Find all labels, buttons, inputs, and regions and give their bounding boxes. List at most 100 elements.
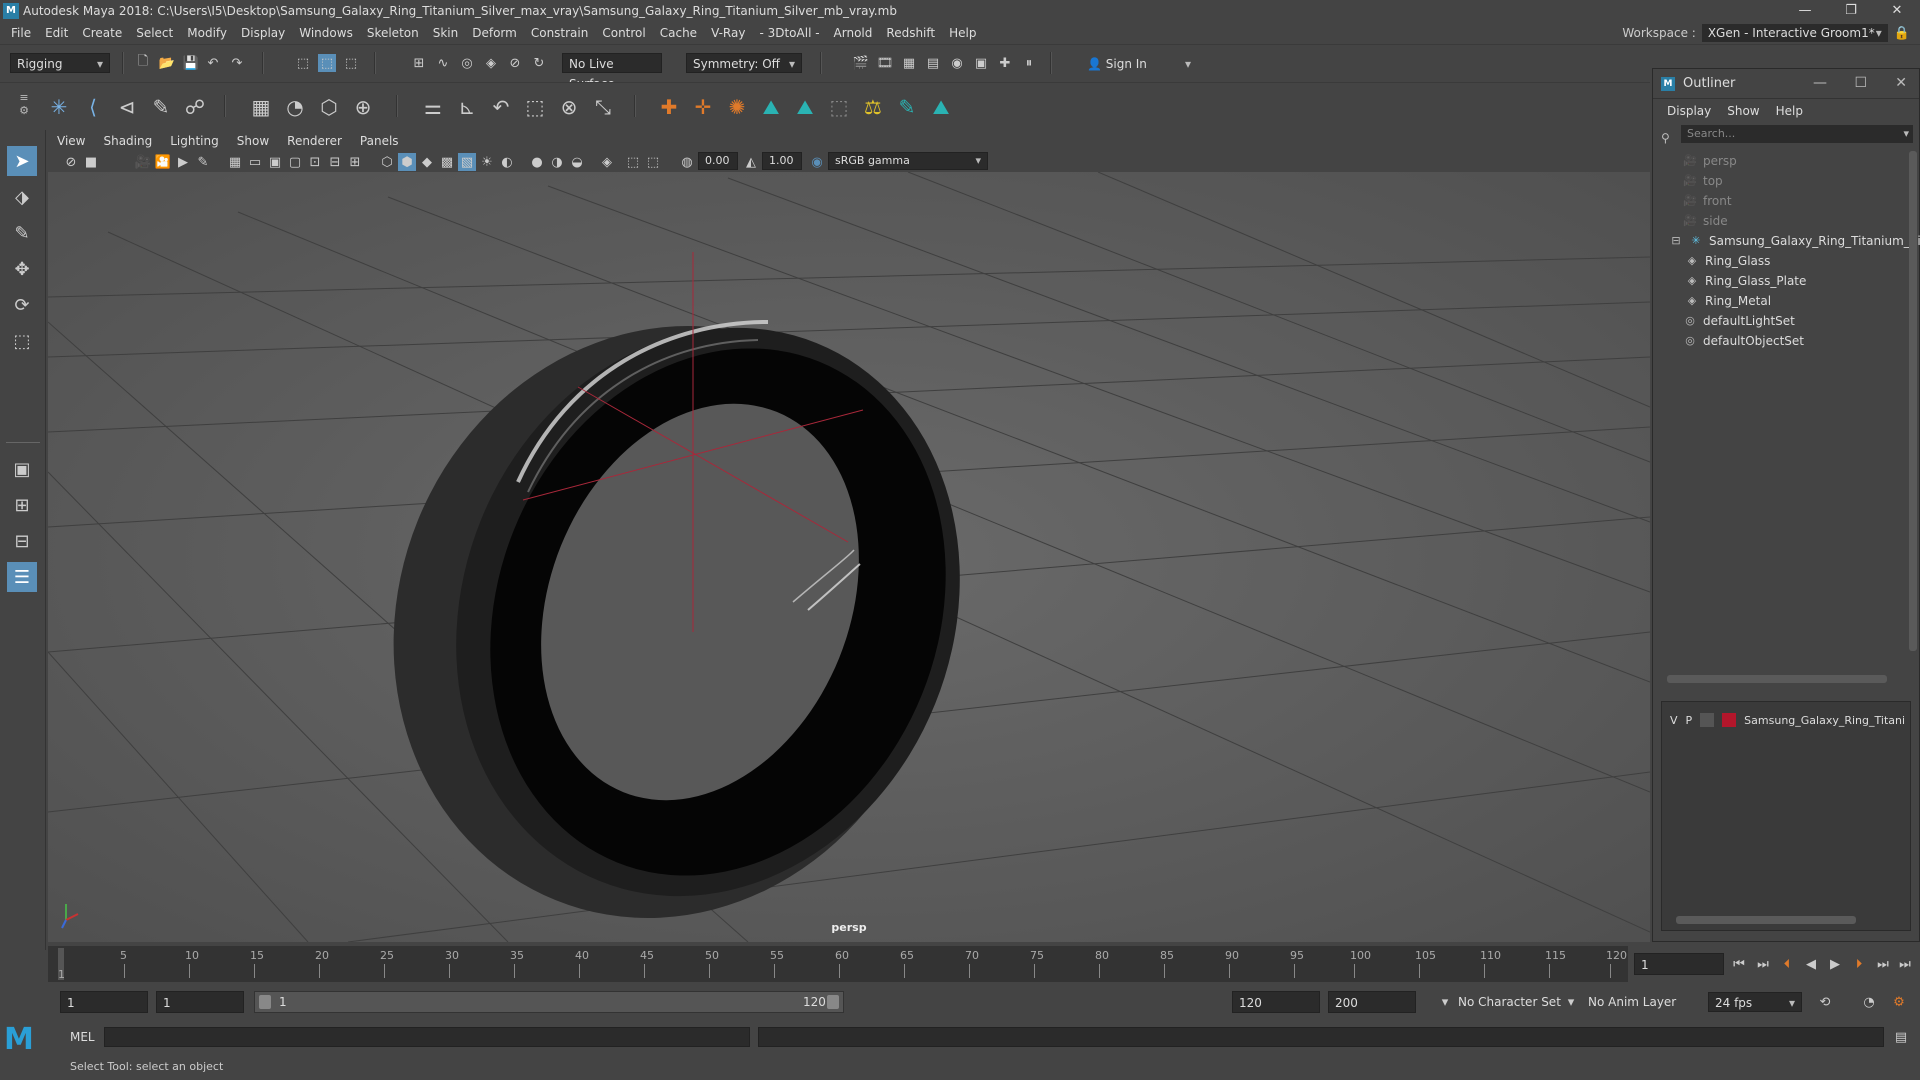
character-set-label[interactable]: No Character Set — [1458, 995, 1561, 1009]
gate-mask-icon[interactable]: ▢ — [286, 153, 304, 171]
bind-pose-icon[interactable]: ⚖ — [858, 92, 888, 122]
safe-title-icon[interactable]: ⊞ — [346, 153, 364, 171]
go-to-start-icon[interactable]: ⏮ — [1730, 955, 1748, 973]
ik-handle-icon[interactable]: ⟨ — [78, 92, 108, 122]
paint-weights-icon[interactable]: ✺ — [722, 92, 752, 122]
layer-row[interactable]: V P Samsung_Galaxy_Ring_Titanium_Silver — [1662, 710, 1910, 730]
tree-item-default-object-set[interactable]: ◎ defaultObjectSet — [1683, 331, 1804, 351]
tree-item-ring-glass[interactable]: ◈ Ring_Glass — [1685, 251, 1771, 271]
exposure-field[interactable]: 0.00 — [698, 152, 738, 170]
screen-space-ao-icon[interactable]: ● — [528, 153, 546, 171]
outliner-vertical-scrollbar[interactable] — [1909, 151, 1917, 651]
grid-toggle-icon[interactable]: ▦ — [226, 153, 244, 171]
move-tool-icon[interactable]: ✥ — [7, 254, 37, 284]
menu-display[interactable]: Display — [234, 26, 292, 40]
ik-spline-icon[interactable]: ⊲ — [112, 92, 142, 122]
tree-item-ring-glass-plate[interactable]: ◈ Ring_Glass_Plate — [1685, 271, 1807, 291]
pause-render-icon[interactable]: ⏸ — [1020, 54, 1038, 72]
go-to-end-icon[interactable]: ⏭ — [1896, 955, 1914, 973]
copy-weights-icon[interactable]: ⛰ — [790, 92, 820, 122]
safe-action-icon[interactable]: ⊟ — [326, 153, 344, 171]
menu-select[interactable]: Select — [129, 26, 180, 40]
parent-constraint-icon[interactable]: ⚌ — [418, 92, 448, 122]
tree-item-front[interactable]: 🎥 front — [1683, 191, 1731, 211]
viewport-menu-view[interactable]: View — [48, 134, 94, 152]
shelf-options-icon[interactable]: ≡ ⚙ — [14, 91, 34, 121]
save-scene-icon[interactable]: 💾 — [182, 54, 200, 72]
snap-grid-icon[interactable]: ⊞ — [410, 54, 428, 72]
render-view-icon[interactable]: ▦ — [900, 54, 918, 72]
layer-display-type[interactable] — [1700, 713, 1715, 727]
xray-icon[interactable]: ▧ — [458, 153, 476, 171]
field-chart-icon[interactable]: ⊡ — [306, 153, 324, 171]
ipr-render-icon[interactable]: ▤ — [924, 54, 942, 72]
scale-tool-icon[interactable]: ⬚ — [7, 326, 37, 356]
range-start-handle[interactable] — [259, 995, 271, 1009]
snap-surface-icon[interactable]: ⊘ — [506, 54, 524, 72]
add-influence-icon[interactable]: ✚ — [654, 92, 684, 122]
snap-curve-icon[interactable]: ∿ — [434, 54, 452, 72]
script-editor-icon[interactable]: ▤ — [1892, 1028, 1910, 1046]
color-management-icon[interactable]: ◉ — [808, 153, 826, 171]
bookmark-icon[interactable]: 🎦 — [154, 153, 172, 171]
menu-set-dropdown[interactable]: Rigging — [10, 53, 110, 74]
lasso-tool-icon[interactable]: ⬗ — [7, 182, 37, 212]
auto-key-icon[interactable]: ◔ — [1860, 993, 1878, 1011]
symmetry-dropdown[interactable]: Symmetry: Off — [686, 53, 802, 74]
antialias-icon[interactable]: ◒ — [568, 153, 586, 171]
restore-button[interactable]: ❐ — [1828, 0, 1874, 22]
outliner-menu-display[interactable]: Display — [1659, 104, 1719, 118]
play-backward-icon[interactable]: ◀ — [1802, 955, 1820, 973]
viewport-menu-panels[interactable]: Panels — [351, 134, 408, 152]
menu-skin[interactable]: Skin — [426, 26, 466, 40]
workspace-dropdown[interactable]: XGen - Interactive Groom1* — [1701, 24, 1888, 42]
step-back-key-icon[interactable]: ⏭ — [1754, 955, 1772, 973]
gamma-field[interactable]: 1.00 — [762, 152, 802, 170]
scale-constraint-icon[interactable]: ⬚ — [520, 92, 550, 122]
outliner-titlebar[interactable]: M Outliner — ☐ ✕ — [1653, 69, 1919, 99]
filter-icon[interactable]: ⚲ — [1661, 131, 1670, 145]
redo-icon[interactable]: ↷ — [228, 54, 246, 72]
hypershade-icon[interactable]: ▣ — [972, 54, 990, 72]
animation-start-field[interactable]: 1 — [60, 991, 148, 1013]
sign-in-button[interactable]: 👤 Sign In — [1080, 53, 1198, 74]
aim-constraint-icon[interactable]: ⊗ — [554, 92, 584, 122]
loop-icon[interactable]: ⟲ — [1816, 993, 1834, 1011]
default-lighting-icon[interactable]: ◆ — [418, 153, 436, 171]
viewport-menu-renderer[interactable]: Renderer — [278, 134, 351, 152]
motion-blur-icon[interactable]: ◑ — [548, 153, 566, 171]
menu-deform[interactable]: Deform — [465, 26, 524, 40]
preferences-icon[interactable]: ⚙ — [1890, 993, 1908, 1011]
anim-layer-label[interactable]: No Anim Layer — [1588, 995, 1676, 1009]
grease-pencil-icon[interactable]: ✎ — [194, 153, 212, 171]
menu-skeleton[interactable]: Skeleton — [360, 26, 426, 40]
viewport-menu-shading[interactable]: Shading — [94, 134, 161, 152]
isolate-select-icon[interactable]: ◈ — [598, 153, 616, 171]
new-scene-icon[interactable]: 🗋 — [134, 54, 152, 72]
render-region-icon[interactable]: 🎞 — [876, 54, 894, 72]
layer-horizontal-scrollbar[interactable] — [1676, 916, 1856, 924]
pole-vector-icon[interactable]: ⤡ — [588, 92, 618, 122]
shadows-icon[interactable]: ◐ — [498, 153, 516, 171]
point-constraint-icon[interactable]: ⊾ — [452, 92, 482, 122]
menu-edit[interactable]: Edit — [38, 26, 75, 40]
image-plane-icon[interactable]: ▶ — [174, 153, 192, 171]
create-joint-icon[interactable]: ✳ — [44, 92, 74, 122]
fps-dropdown[interactable]: 24 fps — [1708, 992, 1802, 1013]
tree-item-default-light-set[interactable]: ◎ defaultLightSet — [1683, 311, 1795, 331]
wrap-icon[interactable]: ⬡ — [314, 92, 344, 122]
close-icon[interactable]: ✕ — [1895, 75, 1907, 91]
single-view-icon[interactable]: ▣ — [7, 454, 37, 484]
color-space-dropdown[interactable]: sRGB gamma — [828, 152, 988, 170]
open-scene-icon[interactable]: 📂 — [158, 54, 176, 72]
step-back-frame-icon[interactable]: ⏴ — [1778, 955, 1796, 973]
lattice-icon[interactable]: ◔ — [280, 92, 310, 122]
menu-windows[interactable]: Windows — [292, 26, 360, 40]
four-view-icon[interactable]: ⊞ — [7, 490, 37, 520]
tree-item-ring-metal[interactable]: ◈ Ring_Metal — [1685, 291, 1771, 311]
playback-start-field[interactable]: 1 — [156, 991, 244, 1013]
tree-item-group[interactable]: ⊟✳Samsung_Galaxy_Ring_Titanium_Silver — [1669, 231, 1920, 251]
maximize-icon[interactable]: ☐ — [1854, 75, 1867, 91]
remove-influence-icon[interactable]: ✛ — [688, 92, 718, 122]
film-gate-icon[interactable]: ▭ — [246, 153, 264, 171]
